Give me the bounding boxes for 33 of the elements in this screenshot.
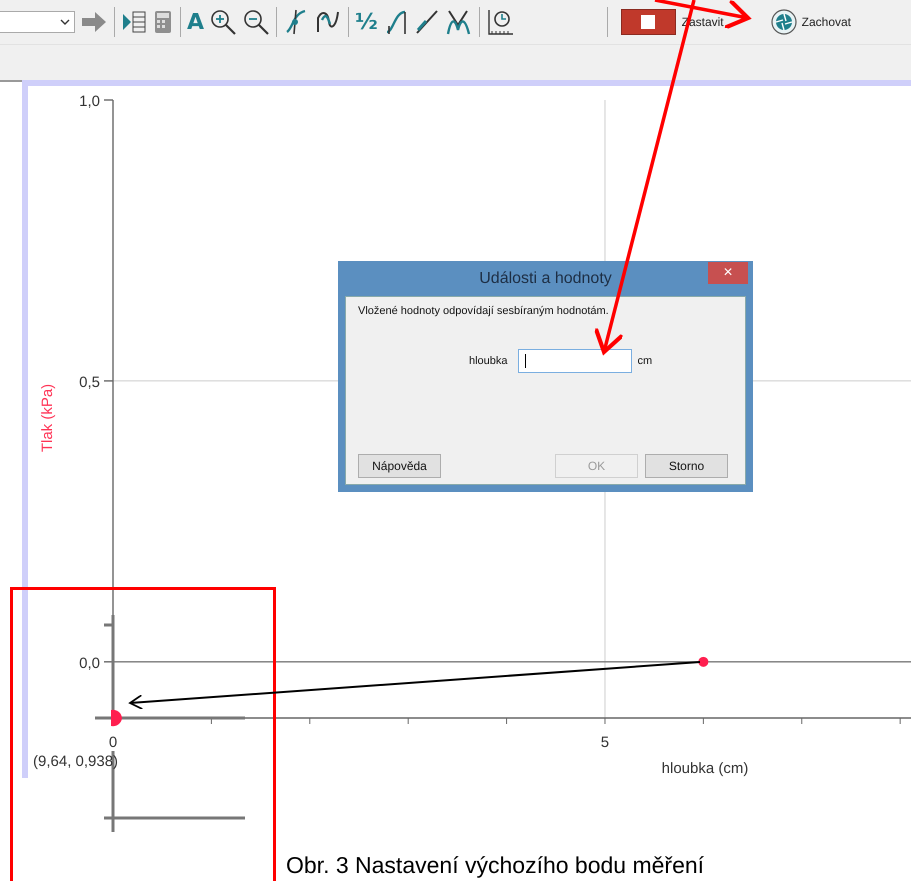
arrow-icon[interactable] (80, 9, 108, 35)
line-fit-icon[interactable] (414, 8, 440, 36)
peaks-icon[interactable] (444, 8, 473, 36)
toolbar-button[interactable]: A (187, 10, 204, 34)
stop-button[interactable] (620, 9, 676, 35)
toolbar-button[interactable]: ½ (355, 10, 378, 34)
axis-title: hloubka (cm) (662, 760, 748, 777)
calculator-icon[interactable] (152, 9, 174, 35)
figure-caption: Obr. 3 Nastavení výchozího bodu měření (286, 852, 704, 879)
tick-label: 0,0 (79, 654, 100, 672)
tick-label: 0 (108, 734, 118, 751)
stop-icon (641, 15, 656, 29)
input-field[interactable] (518, 349, 632, 373)
tick-label: 1,0 (79, 93, 100, 110)
zoom-in-icon[interactable] (209, 8, 238, 36)
aperture-icon (770, 9, 797, 35)
dialog-title: Události a hodnoty (479, 270, 612, 288)
dialog-button[interactable]: Nápověda (358, 454, 441, 478)
clock-icon[interactable] (486, 8, 514, 36)
data-point (111, 710, 122, 726)
table-icon[interactable] (121, 9, 147, 35)
tick-label: 5 (600, 734, 610, 751)
zoom-out-icon[interactable] (242, 8, 270, 36)
keep-button[interactable]: Zachovat (728, 9, 851, 35)
close-button[interactable]: × (708, 262, 748, 284)
dialog-button[interactable]: Storno (645, 454, 728, 478)
axis-title: Tlak (kPa) (39, 384, 56, 452)
dialog-message: Vložené hodnoty odpovídají sesbíraným hodnotám. (358, 305, 610, 317)
tick-mark (104, 624, 112, 626)
tick-label: 0,5 (79, 374, 100, 391)
unit-label: cm (638, 355, 652, 367)
chevron-icon (60, 18, 70, 26)
field-label: hloubka (469, 355, 508, 367)
